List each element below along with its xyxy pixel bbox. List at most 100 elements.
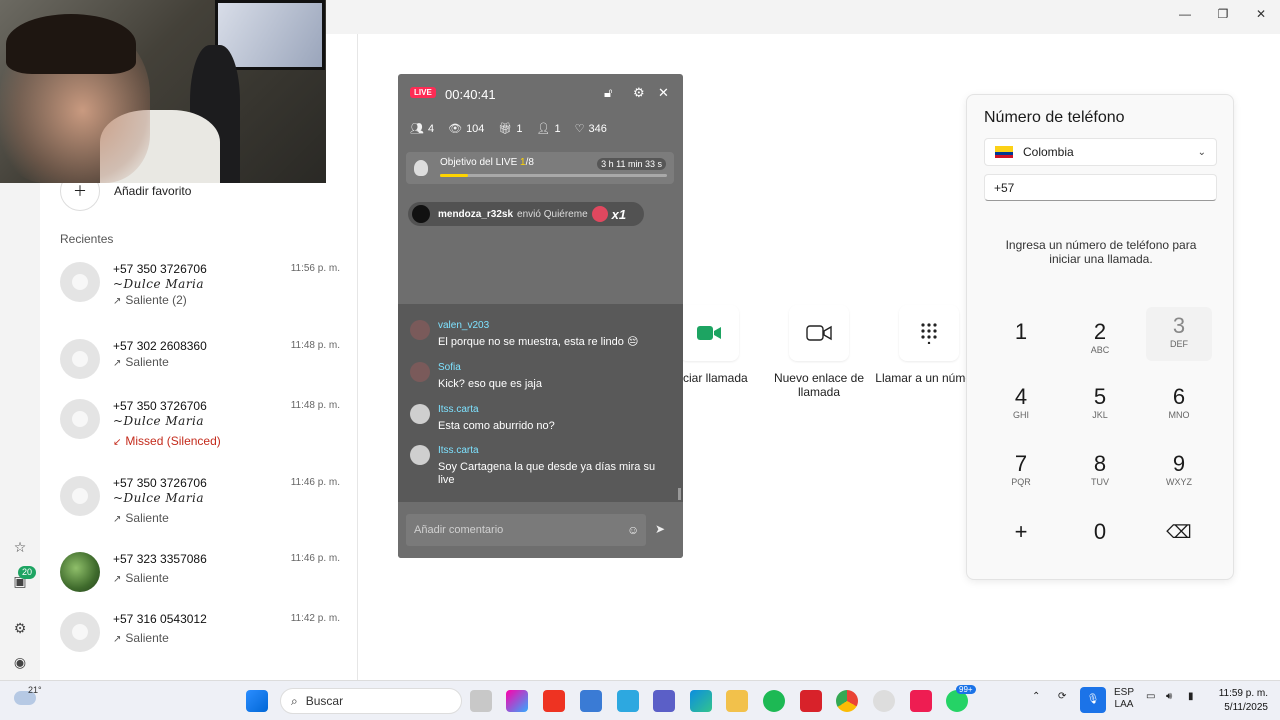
dial-key-digit: 8 (1093, 451, 1107, 476)
taskbar-search[interactable]: ⌕ Buscar (280, 688, 462, 714)
volume-icon[interactable]: 🔊︎ (1166, 691, 1172, 702)
dialer-panel: Número de teléfono Colombia ⌄ Ingresa un… (966, 94, 1234, 580)
lock-icon[interactable]: 🔓︎ (604, 85, 612, 101)
dial-key-5[interactable]: 5 JKL (1067, 378, 1133, 432)
taskbar-clock[interactable]: 11:59 p. m. 5/11/2025 (1219, 687, 1268, 715)
dial-key-7[interactable]: 7 PQR (988, 445, 1054, 499)
dial-key-2[interactable]: 2 ABC (1067, 313, 1133, 367)
phone-number-input[interactable] (984, 174, 1217, 201)
call-item[interactable]: +57 323 3357086 11:46 p. m. ↗ Saliente (60, 552, 340, 612)
call-item[interactable]: +57 350 3726706 11:48 p. m. ~Dulce Maria… (60, 399, 340, 459)
task-view-icon[interactable] (470, 690, 492, 712)
copilot-icon[interactable] (506, 690, 528, 712)
app-icon[interactable] (800, 690, 822, 712)
send-icon[interactable]: ➤ (655, 522, 665, 536)
live-stats: 👥︎ 4 👁︎ 104 🎁︎ 1 👤︎ 1 ♡ 346 (410, 122, 607, 135)
followers-stat[interactable]: 👤︎ 1 (537, 122, 561, 135)
dial-key-8[interactable]: 8 TUV (1067, 445, 1133, 499)
store-icon[interactable] (580, 690, 602, 712)
sync-icon[interactable]: ⟳ (1058, 691, 1066, 702)
comment-input[interactable] (406, 514, 646, 546)
chevron-up-icon[interactable]: ⌃ (1032, 691, 1040, 702)
whatsapp-badge: 99+ (956, 685, 976, 694)
dial-key-3[interactable]: 3 DEF (1146, 307, 1212, 361)
avatar (410, 404, 430, 424)
call-time: 11:42 p. m. (290, 613, 340, 624)
spotify-icon[interactable] (763, 690, 785, 712)
call-item[interactable]: +57 350 3726706 11:56 p. m. ~Dulce Maria… (60, 262, 340, 322)
tiktok-icon[interactable] (910, 690, 932, 712)
teams-icon[interactable] (653, 690, 675, 712)
dial-key-4[interactable]: 4 GHI (988, 378, 1054, 432)
settings-icon[interactable]: ⚙ (10, 618, 30, 638)
minimize-button[interactable]: — (1166, 0, 1204, 28)
call-item[interactable]: +57 316 0543012 11:42 p. m. ↗ Saliente (60, 612, 340, 672)
archive-badge: 20 (18, 566, 37, 579)
call-number: +57 350 3726706 (113, 476, 207, 490)
goal-progress-bar (440, 174, 667, 177)
profile-icon[interactable]: ◉ (10, 652, 30, 672)
call-item[interactable]: +57 302 2608360 11:48 p. m. ↗ Saliente (60, 339, 340, 399)
chat-username[interactable]: Itss.carta (438, 404, 479, 415)
backspace-button[interactable]: ⌫ (1146, 513, 1212, 567)
call-number: +57 323 3357086 (113, 552, 207, 566)
dial-key-0[interactable]: 0 (1067, 513, 1133, 567)
call-time: 11:46 p. m. (290, 477, 340, 488)
microphone-icon[interactable]: 🎙︎ (1080, 687, 1106, 713)
star-icon[interactable]: ☆ (10, 537, 30, 557)
app-icon[interactable] (873, 690, 895, 712)
dial-key-letters: PQR (1011, 477, 1031, 487)
dial-key-digit: 0 (1093, 519, 1107, 544)
maximize-button[interactable]: ❐ (1204, 0, 1242, 28)
call-status-text: Missed (Silenced) (125, 434, 221, 448)
taskbar: 21° ⌕ Buscar 99+ ⌃ ⟳ 🎙︎ ESP LAA ▭ 🔊︎ ▮ 11… (0, 680, 1280, 720)
chat-username[interactable]: Itss.carta (438, 445, 479, 456)
folder-icon[interactable] (726, 690, 748, 712)
edge-icon[interactable] (690, 690, 712, 712)
emoji-icon[interactable]: ☺ (627, 523, 639, 537)
chat-scrollbar[interactable] (678, 488, 681, 500)
avatar (60, 476, 100, 516)
start-icon[interactable] (246, 690, 268, 712)
dial-key-9[interactable]: 9 WXYZ (1146, 445, 1212, 499)
gifts-count: 1 (516, 123, 523, 135)
gifts-stat[interactable]: 🎁︎ 1 (498, 122, 522, 135)
weather-widget[interactable]: 21° (14, 685, 42, 705)
settings-icon[interactable]: ⚙ (633, 85, 645, 101)
new-call-link-label: Nuevo enlace de llamada (773, 371, 865, 399)
dial-key-1[interactable]: 1 (988, 313, 1054, 367)
dial-key-digit: 5 (1093, 384, 1107, 409)
chat-text: Soy Cartagena la que desde ya días mira … (438, 461, 656, 486)
app-icon[interactable] (543, 690, 565, 712)
outgoing-call-icon: ↗ (113, 574, 122, 585)
app-icon[interactable] (617, 690, 639, 712)
call-item[interactable]: +57 350 3726706 11:46 p. m. ~Dulce Maria… (60, 476, 340, 536)
chat-username[interactable]: valen_v203 (438, 320, 489, 331)
dial-key-letters: MNO (1168, 410, 1190, 420)
followers-count: 1 (554, 123, 561, 135)
close-button[interactable]: ✕ (1242, 0, 1280, 28)
guests-stat[interactable]: 👥︎ 4 (410, 122, 434, 135)
viewers-stat[interactable]: 👁︎ 104 (448, 122, 484, 135)
country-select[interactable]: Colombia ⌄ (984, 138, 1217, 166)
live-goal[interactable]: Objetivo del LIVE 1/8 3 h 11 min 33 s (406, 152, 674, 184)
chat-username[interactable]: Sofia (438, 362, 461, 373)
dial-key-plus[interactable]: + (988, 513, 1054, 567)
dial-key-6[interactable]: 6 MNO (1146, 378, 1212, 432)
likes-stat[interactable]: ♡ 346 (575, 122, 607, 135)
dial-key-letters: TUV (1091, 477, 1109, 487)
call-status: ↗ Saliente (113, 511, 169, 525)
new-call-link-button[interactable]: Nuevo enlace de llamada (764, 305, 874, 399)
dialer-hint: Ingresa un número de teléfono para inici… (1005, 238, 1197, 266)
gift-count: x1 (611, 206, 627, 222)
dialpad-icon (899, 305, 959, 361)
gift-icon: 🎁︎ (498, 123, 513, 135)
dial-key-letters: WXYZ (1166, 477, 1192, 487)
dial-key-digit: 2 (1093, 319, 1107, 344)
language-indicator[interactable]: ESP LAA (1114, 687, 1134, 711)
call-number: +57 302 2608360 (113, 339, 207, 353)
battery-icon[interactable]: ▮ (1188, 691, 1194, 702)
chrome-icon[interactable] (836, 690, 858, 712)
close-icon[interactable]: ✕ (658, 85, 669, 101)
network-icon[interactable]: ▭ (1146, 691, 1155, 702)
